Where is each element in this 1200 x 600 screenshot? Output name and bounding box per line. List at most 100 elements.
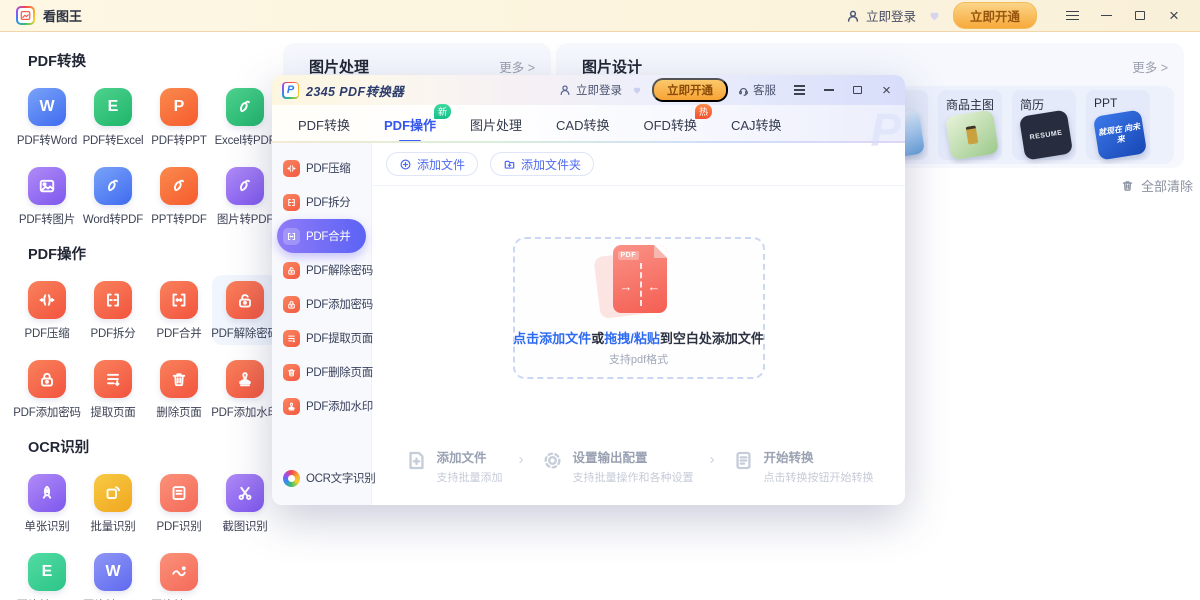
sidebar-item-pdf-watermark[interactable]: PDF添加水印 — [277, 389, 366, 423]
tool-batch-ocr[interactable]: 批量识别 — [80, 468, 146, 538]
pdf-add-password-icon — [28, 360, 66, 398]
pdf-merge-illustration: PDF → ← — [603, 245, 675, 319]
merge-arrow-right-icon: → — [620, 279, 633, 294]
unlock-icon — [283, 262, 300, 279]
tool-pdf-merge[interactable]: PDF合并 — [146, 275, 212, 345]
dialog-sidebar: PDF压缩 PDF拆分 PDF合并 PDF解除密码 PDF添加密码 PDF提取页… — [272, 143, 372, 505]
design-card-product[interactable]: 商品主图 — [938, 90, 1002, 160]
pdf-to-image-icon — [28, 167, 66, 205]
login-label: 立即登录 — [866, 6, 916, 25]
pdf-compress-icon — [28, 281, 66, 319]
compress-icon — [283, 160, 300, 177]
tool-pdf-remove-password[interactable]: PDF解除密码 — [212, 275, 278, 345]
tab-pdf-convert[interactable]: PDF转换 — [298, 115, 350, 134]
image-processing-more-link[interactable]: 更多 > — [499, 57, 535, 76]
single-ocr-icon — [28, 474, 66, 512]
sidebar-item-pdf-split[interactable]: PDF拆分 — [277, 185, 366, 219]
merge-icon — [283, 228, 300, 245]
ppt-thumbnail: 就现在 向未来 — [1093, 110, 1147, 161]
design-card-resume[interactable]: 简历 RESUME — [1012, 90, 1076, 160]
tool-excel-to-pdf[interactable]: Excel转PDF — [212, 82, 278, 152]
sidebar-item-pdf-compress[interactable]: PDF压缩 — [277, 151, 366, 185]
tool-pdf-to-image[interactable]: PDF转图片 — [14, 161, 80, 231]
tool-screenshot-ocr[interactable]: 截图识别 — [212, 468, 278, 538]
pdf-to-excel-icon: E — [94, 88, 132, 126]
dialog-tab-bar: PDF转换 PDF操作 新 图片处理 CAD转换 OFD转换 热 CAJ转换 P — [272, 105, 905, 143]
delete-pages-icon — [160, 360, 198, 398]
sidebar-item-ocr-text[interactable]: OCR文字识别 — [277, 461, 366, 495]
pdf-remove-password-icon — [226, 281, 264, 319]
sidebar-item-pdf-remove-password[interactable]: PDF解除密码 — [277, 253, 366, 287]
dialog-maximize-button[interactable] — [849, 82, 866, 99]
tool-pdf-watermark[interactable]: PDF添加水印 — [212, 354, 278, 424]
tool-pdf-split[interactable]: PDF拆分 — [80, 275, 146, 345]
sidebar-item-pdf-add-password[interactable]: PDF添加密码 — [277, 287, 366, 321]
dialog-titlebar: P 2345 PDF转换器 立即登录 立即开通 客服 × — [272, 75, 905, 105]
tab-image-processing[interactable]: 图片处理 — [470, 115, 522, 134]
ocr-icon — [283, 470, 300, 487]
pdf-to-ppt-icon: P — [160, 88, 198, 126]
excel-to-pdf-icon — [226, 88, 264, 126]
sidebar-item-pdf-merge[interactable]: PDF合并 — [277, 219, 366, 253]
dialog-menu-button[interactable] — [791, 82, 808, 99]
clear-all-button[interactable]: 全部清除 — [1120, 176, 1193, 195]
tab-caj-convert[interactable]: CAJ转换 — [731, 115, 782, 134]
ppt-to-pdf-icon — [160, 167, 198, 205]
dialog-support-button[interactable]: 客服 — [737, 82, 776, 98]
tab-cad-convert[interactable]: CAD转换 — [556, 115, 609, 134]
tool-word-to-pdf[interactable]: Word转PDF — [80, 161, 146, 231]
tab-ofd-convert[interactable]: OFD转换 热 — [644, 115, 697, 134]
image-to-word-icon: W — [94, 553, 132, 591]
dropzone-format-hint: 支持pdf格式 — [609, 351, 668, 367]
tool-image-to-word[interactable]: W图片转Word — [80, 547, 146, 600]
dialog-login-button[interactable]: 立即登录 — [558, 82, 622, 98]
tool-sidebar: PDF转换 WPDF转Word EPDF转Excel PPDF转PPT Exce… — [14, 38, 280, 600]
minimize-icon — [1101, 15, 1112, 17]
add-folder-button[interactable]: 添加文件夹 — [490, 152, 594, 176]
menu-button[interactable] — [1062, 6, 1082, 26]
sidebar-item-pdf-extract-pages[interactable]: PDF提取页面 — [277, 321, 366, 355]
vip-upgrade-button[interactable]: 立即开通 — [953, 2, 1037, 29]
dialog-close-button[interactable]: × — [878, 82, 895, 99]
main-titlebar: 看图王 立即登录 立即开通 × — [0, 0, 1200, 32]
dialog-heart-icon[interactable] — [631, 84, 643, 96]
step-arrow-icon: › — [710, 451, 715, 468]
dialog-vip-button[interactable]: 立即开通 — [652, 78, 728, 102]
tool-image-to-excel[interactable]: E图片转Excel — [14, 547, 80, 600]
maximize-button[interactable] — [1130, 6, 1150, 26]
image-design-more-link[interactable]: 更多 > — [1132, 57, 1168, 76]
minimize-button[interactable] — [1096, 6, 1116, 26]
design-card-ppt[interactable]: PPT 就现在 向未来 — [1086, 90, 1150, 160]
active-tab-underline — [399, 137, 421, 143]
new-badge: 新 — [434, 104, 451, 119]
tool-delete-pages[interactable]: 删除页面 — [146, 354, 212, 424]
tool-image-to-pdf-ocr[interactable]: 图片转PDF — [146, 547, 212, 600]
tool-pdf-to-excel[interactable]: EPDF转Excel — [80, 82, 146, 152]
dialog-minimize-button[interactable] — [820, 82, 837, 99]
add-file-button[interactable]: 添加文件 — [386, 152, 478, 176]
tool-extract-pages[interactable]: 提取页面 — [80, 354, 146, 424]
tool-image-to-pdf[interactable]: 图片转PDF — [212, 161, 278, 231]
doc-convert-icon — [731, 448, 756, 473]
tool-ppt-to-pdf[interactable]: PPT转PDF — [146, 161, 212, 231]
tool-pdf-to-ppt[interactable]: PPDF转PPT — [146, 82, 212, 152]
delete-icon — [283, 364, 300, 381]
vip-heart-icon[interactable] — [927, 8, 942, 23]
folder-plus-icon — [503, 158, 516, 171]
tool-single-ocr[interactable]: 单张识别 — [14, 468, 80, 538]
tool-pdf-compress[interactable]: PDF压缩 — [14, 275, 80, 345]
tool-pdf-ocr[interactable]: PDF识别 — [146, 468, 212, 538]
tool-pdf-add-password[interactable]: PDF添加密码 — [14, 354, 80, 424]
pdf-split-icon — [94, 281, 132, 319]
tab-pdf-ops[interactable]: PDF操作 新 — [384, 115, 436, 134]
headset-icon — [737, 84, 750, 97]
tool-pdf-to-word[interactable]: WPDF转Word — [14, 82, 80, 152]
login-button[interactable]: 立即登录 — [845, 6, 916, 25]
close-button[interactable]: × — [1164, 6, 1184, 26]
dialog-brand-title: 2345 PDF转换器 — [306, 81, 404, 100]
sidebar-item-pdf-delete-pages[interactable]: PDF删除页面 — [277, 355, 366, 389]
file-dropzone[interactable]: PDF → ← 点击添加文件或拖拽/粘贴到空白处添加文件 支持pdf格式 — [513, 237, 765, 379]
step-arrow-icon: › — [519, 451, 524, 468]
pdf-ocr-icon — [160, 474, 198, 512]
gear-icon — [540, 448, 565, 473]
